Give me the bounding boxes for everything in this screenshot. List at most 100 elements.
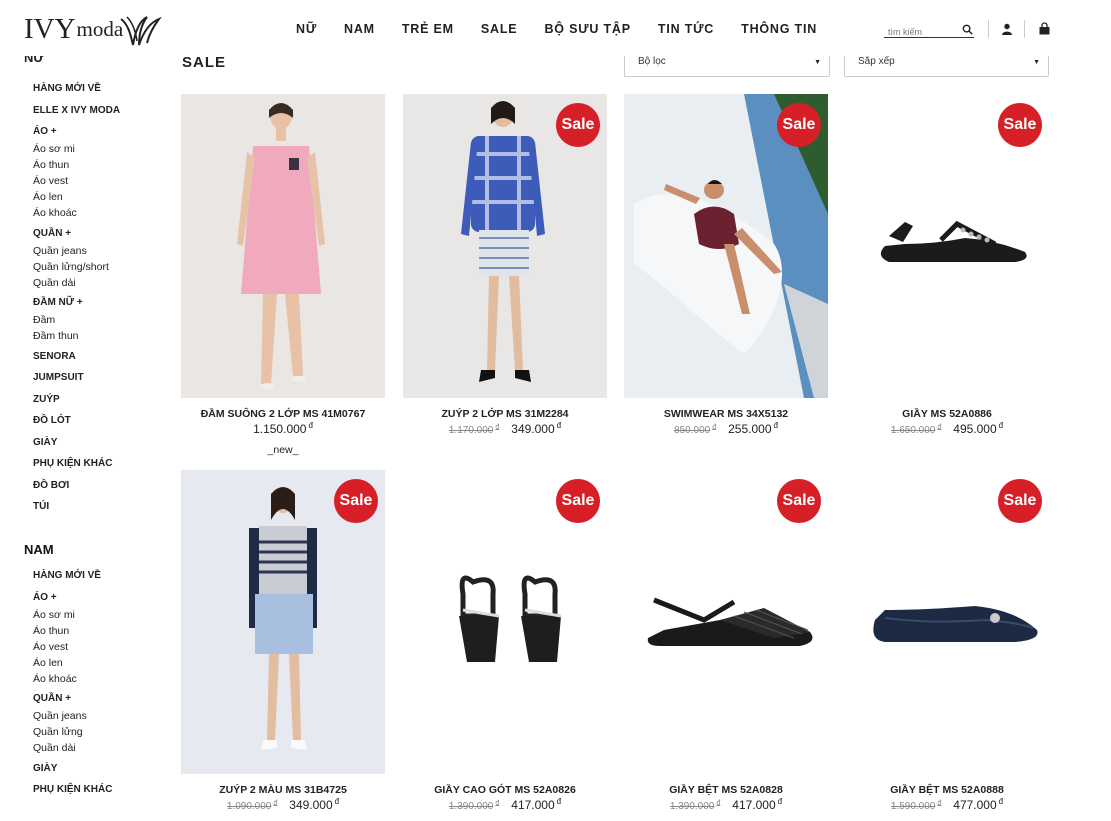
old-price-value: 1.390.000 <box>448 801 494 812</box>
product-name[interactable]: SWIMWEAR MS 34X5132 <box>624 408 828 420</box>
sidebar-nu-item[interactable]: Áo vest <box>33 175 68 187</box>
sidebar-nu-item[interactable]: ĐẦM NỮ + <box>33 297 83 308</box>
old-price-value: 1.590.000 <box>890 801 936 812</box>
sidebar-section-title-nam[interactable]: NAM <box>24 542 54 557</box>
product-name[interactable]: GIẦY MS 52A0886 <box>845 408 1049 420</box>
sidebar-nu-item[interactable]: QUẦN + <box>33 228 71 239</box>
currency-symbol: đ <box>716 800 721 807</box>
sidebar-nam-item[interactable]: GIÀY <box>33 763 57 774</box>
nav-item-4[interactable]: BỘ SƯU TẬP <box>544 22 630 36</box>
sidebar-nam-item[interactable]: QUẦN + <box>33 693 71 704</box>
sidebar-nam-item[interactable]: Quần jeans <box>33 710 87 722</box>
sort-select[interactable]: Sắp xếp ▼ <box>844 56 1049 77</box>
product-name[interactable]: ZUÝP 2 MÀU MS 31B4725 <box>181 784 385 796</box>
sidebar-nu-item[interactable]: GIÀY <box>33 437 57 448</box>
product-name[interactable]: GIẦY BỆT MS 52A0888 <box>845 784 1049 796</box>
currency-symbol: đ <box>773 421 778 430</box>
search-box <box>884 22 974 40</box>
sidebar-nam-item[interactable]: Áo len <box>33 657 63 669</box>
sidebar-nu-item[interactable]: Áo len <box>33 191 63 203</box>
sidebar-nu-item[interactable]: Đầm <box>33 314 55 326</box>
sidebar-nu-item[interactable]: Quần dài <box>33 277 76 289</box>
sidebar-nam-item[interactable]: Quần lửng <box>33 726 83 738</box>
sidebar-nu-item[interactable]: Quần jeans <box>33 245 87 257</box>
old-price: 850.000 đ <box>674 424 716 436</box>
user-icon[interactable] <box>1001 23 1013 35</box>
product-name[interactable]: ZUÝP 2 LỚP MS 31M2284 <box>403 408 607 420</box>
sidebar-nu-item[interactable]: Áo thun <box>33 159 69 171</box>
current-price: 255.000 <box>728 422 772 436</box>
currency-symbol: đ <box>937 424 942 431</box>
filter-select-label: Bộ lọc <box>638 56 666 67</box>
sidebar-nu-item[interactable]: SENORA <box>33 351 76 362</box>
sidebar-nu-item[interactable]: Áo khoác <box>33 207 77 219</box>
product-name[interactable]: GIẦY BỆT MS 52A0828 <box>624 784 828 796</box>
sidebar-nam-item[interactable]: Quần dài <box>33 742 76 754</box>
nav-item-2[interactable]: TRẺ EM <box>402 22 454 36</box>
sidebar-nu-item[interactable]: ÁO + <box>33 126 57 137</box>
sidebar-section-title-nu: NỮ <box>24 56 64 65</box>
current-price: 495.000 <box>953 422 997 436</box>
search-input[interactable] <box>884 24 958 40</box>
header-divider <box>1024 20 1025 38</box>
old-price: 1.390.000 đ <box>448 800 499 812</box>
search-icon[interactable] <box>962 24 973 35</box>
old-price: 1.650.000 đ <box>891 424 942 436</box>
sidebar-nam-item[interactable]: ÁO + <box>33 592 57 603</box>
current-price: 349.000 <box>511 422 555 436</box>
old-price: 1.170.000 đ <box>448 424 499 436</box>
shopping-bag-icon[interactable] <box>1038 22 1051 35</box>
currency-symbol: đ <box>334 797 340 806</box>
product-name[interactable]: ĐẦM SUÔNG 2 LỚP MS 41M0767 <box>181 408 385 420</box>
currency-symbol: đ <box>998 797 1004 806</box>
nav-item-1[interactable]: NAM <box>344 22 375 36</box>
sale-badge: Sale <box>998 103 1042 147</box>
current-price: 349.000 <box>289 798 333 812</box>
sidebar-title-text: NỮ <box>24 56 45 65</box>
logo-wave-icon <box>120 16 163 46</box>
filter-select[interactable]: Bộ lọc ▼ <box>624 56 830 77</box>
sidebar-nu-item[interactable]: HÀNG MỚI VỀ <box>33 83 101 94</box>
sidebar-nam-item[interactable]: Áo thun <box>33 625 69 637</box>
ivy-moda-logo[interactable]: IVY moda <box>24 12 163 46</box>
sidebar-nu-item[interactable]: ELLE X IVY MODA <box>33 105 120 116</box>
price-row: 1.090.000 đ 349.000 đ <box>181 797 385 812</box>
sidebar-nu-item[interactable]: Áo sơ mi <box>33 143 75 155</box>
main-nav: NỮ NAM TRẺ EM SALE BỘ SƯU TẬP TIN TỨC THÔNG TI… <box>296 22 844 36</box>
sidebar-nu-item[interactable]: Đầm thun <box>33 330 79 342</box>
currency-symbol: đ <box>556 421 562 430</box>
sidebar-nu-item[interactable]: Quần lửng/short <box>33 261 109 273</box>
old-price: 1.390.000 đ <box>670 800 721 812</box>
sidebar-nam-item[interactable]: Áo khoác <box>33 673 77 685</box>
pink-dress-photo[interactable] <box>181 94 385 398</box>
nav-item-0[interactable]: NỮ <box>296 22 317 36</box>
caret-down-icon: ▼ <box>1033 59 1040 66</box>
site-header: IVY moda NỮ NAM TRẺ EM SALE BỘ SƯU TẬP TIN TỨ… <box>0 0 1111 56</box>
sale-badge: Sale <box>998 479 1042 523</box>
nav-item-3[interactable]: SALE <box>481 22 518 36</box>
sidebar-nam-item[interactable]: HÀNG MỚI VỀ <box>33 570 101 581</box>
sale-badge: Sale <box>556 479 600 523</box>
sidebar-nu-item[interactable]: JUMPSUIT <box>33 372 84 383</box>
sidebar-nam-item[interactable]: Áo vest <box>33 641 68 653</box>
sidebar-nu-item[interactable]: PHỤ KIỆN KHÁC <box>33 458 112 469</box>
logo-moda-text: moda <box>76 16 124 41</box>
old-price-value: 1.170.000 <box>448 425 494 436</box>
old-price-value: 1.090.000 <box>226 801 272 812</box>
sale-badge: Sale <box>556 103 600 147</box>
sidebar-nu-item[interactable]: TÚI <box>33 501 49 512</box>
old-price-value: 850.000 <box>674 425 711 436</box>
nav-item-5[interactable]: TIN TỨC <box>658 22 714 36</box>
sidebar-nam-item[interactable]: Áo sơ mi <box>33 609 75 621</box>
price-row: 1.650.000 đ 495.000 đ <box>845 421 1049 436</box>
nav-item-6[interactable]: THÔNG TIN <box>741 22 817 36</box>
sidebar-nu-item[interactable]: ĐỒ BƠI <box>33 480 69 491</box>
sidebar-nu-item[interactable]: ZUÝP <box>33 394 60 405</box>
product-name[interactable]: GIẦY CAO GÓT MS 52A0826 <box>403 784 607 796</box>
sidebar-nam-item[interactable]: PHỤ KIỆN KHÁC <box>33 784 112 795</box>
price-row: 850.000 đ 255.000 đ <box>624 421 828 436</box>
currency-symbol: đ <box>556 797 562 806</box>
currency-symbol: đ <box>308 421 313 430</box>
sidebar-nu-item[interactable]: ĐỒ LÓT <box>33 415 71 426</box>
price-row: 1.590.000 đ 477.000 đ <box>845 797 1049 812</box>
